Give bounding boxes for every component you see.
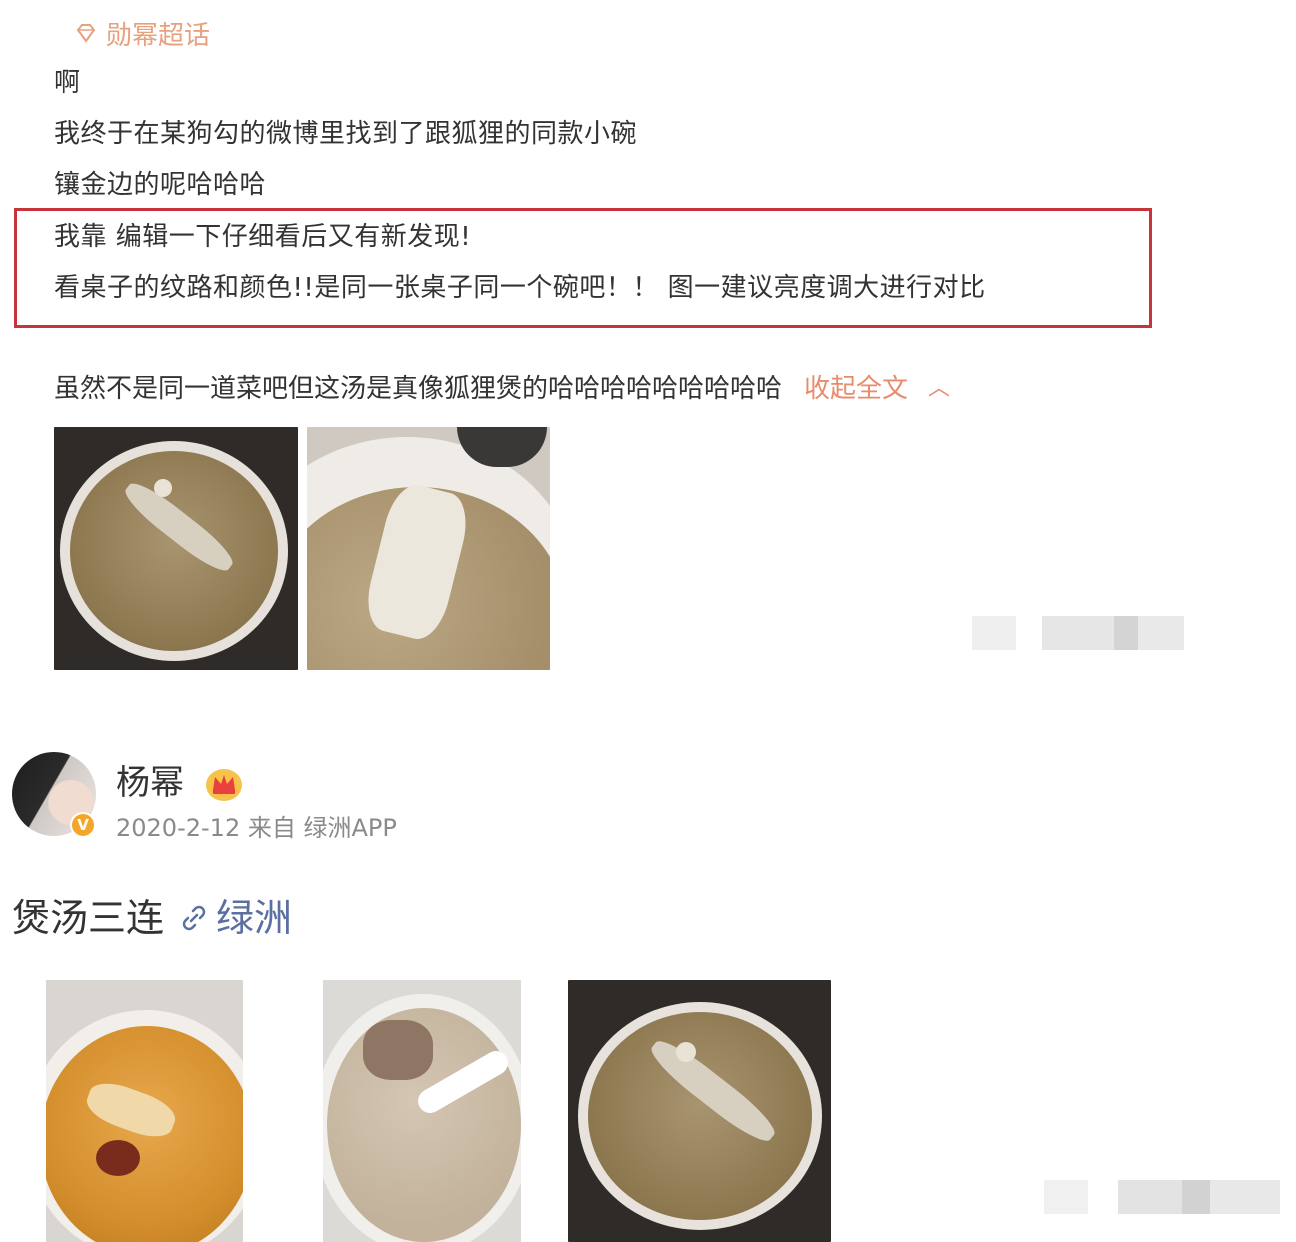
post-last-line-row: 虽然不是同一道菜吧但这汤是真像狐狸煲的哈哈哈哈哈哈哈哈哈 收起全文 ︿ — [54, 372, 950, 406]
blurred-watermark — [1044, 1180, 1280, 1214]
post-text-line: 虽然不是同一道菜吧但这汤是真像狐狸煲的哈哈哈哈哈哈哈哈哈 — [54, 374, 783, 404]
post-text-line: 啊 — [54, 68, 81, 98]
blurred-watermark — [972, 616, 1184, 650]
post-image[interactable] — [323, 980, 521, 1242]
oasis-link[interactable]: 绿洲 — [216, 894, 292, 942]
topic-tag[interactable]: 勋幂超话 — [74, 16, 211, 51]
chevron-up-icon[interactable]: ︿ — [928, 372, 950, 406]
highlight-box — [14, 208, 1152, 328]
author-name[interactable]: 杨幂 — [116, 762, 184, 804]
collapse-full-text-link[interactable]: 收起全文 — [804, 372, 908, 406]
post-image[interactable] — [54, 427, 298, 670]
post-text-line: 我终于在某狗勾的微博里找到了跟狐狸的同款小碗 — [54, 119, 638, 149]
link-icon[interactable] — [178, 902, 210, 934]
post-image[interactable] — [46, 980, 243, 1242]
post-text-line: 镶金边的呢哈哈哈 — [54, 170, 267, 200]
verified-badge: V — [70, 812, 96, 838]
post-meta: 2020-2-12 来自 绿洲APP — [116, 814, 397, 842]
crown-icon — [206, 769, 242, 801]
post2-text-row: 煲汤三连 绿洲 — [12, 894, 292, 942]
diamond-icon — [76, 24, 96, 43]
post-image[interactable] — [307, 427, 550, 670]
topic-label: 勋幂超话 — [106, 20, 211, 51]
post-text: 煲汤三连 — [12, 896, 165, 940]
post-image[interactable] — [568, 980, 831, 1242]
